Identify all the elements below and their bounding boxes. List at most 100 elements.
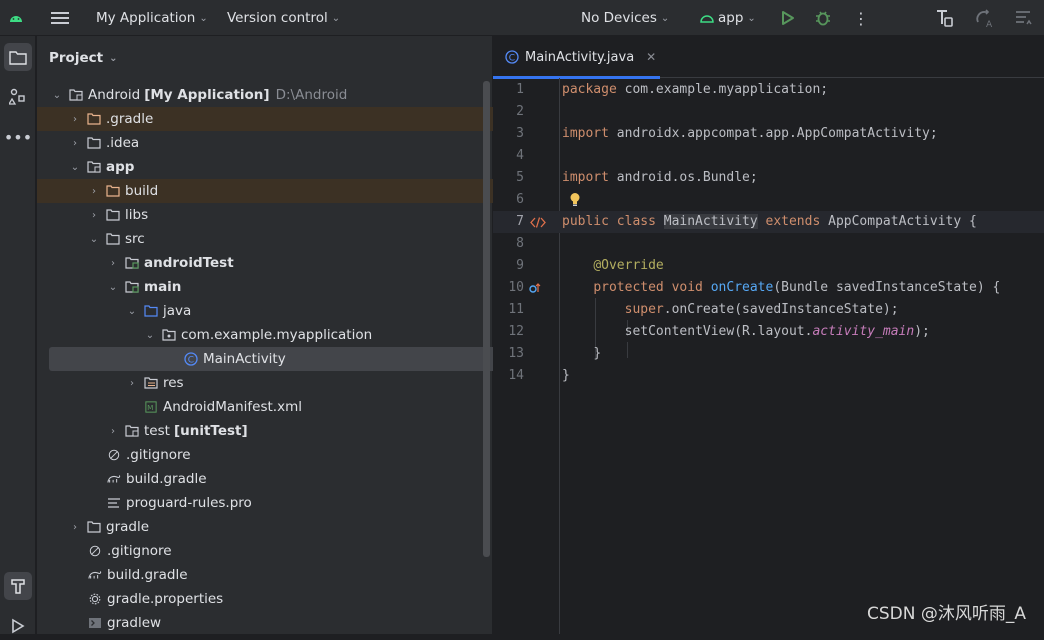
code-line[interactable]: 13 } xyxy=(493,343,1044,365)
tree-label: gradle.properties xyxy=(107,591,224,607)
code-line[interactable]: 3 import androidx.appcompat.app.AppCompa… xyxy=(493,123,1044,145)
code-tag-icon[interactable] xyxy=(530,217,546,228)
chevron-down-icon: ⌄ xyxy=(89,233,99,245)
tree-row-idea[interactable]: › .idea xyxy=(37,131,515,155)
code-line[interactable]: 11 super.onCreate(savedInstanceState); xyxy=(493,299,1044,321)
run-tool-button[interactable] xyxy=(4,612,32,640)
more-tools-icon[interactable]: ••• xyxy=(4,123,32,151)
tree-label: AndroidManifest.xml xyxy=(163,399,302,415)
tree-row-app-build-gradle[interactable]: build.gradle xyxy=(37,467,553,491)
tree-row-root[interactable]: ⌄ Android [My Application] D:\Android xyxy=(37,83,497,107)
project-menu[interactable]: My Application ⌄ xyxy=(96,0,208,36)
project-menu-label: My Application xyxy=(96,10,196,26)
code-line[interactable]: 12 setContentView(R.layout.activity_main… xyxy=(493,321,1044,343)
tree-row-app[interactable]: ⌄ app xyxy=(37,155,515,179)
tree-row-gradle-dir[interactable]: › .gradle xyxy=(37,107,515,131)
main-menu-icon[interactable] xyxy=(51,0,69,36)
tree-label: build.gradle xyxy=(107,567,188,583)
line-number: 9 xyxy=(516,258,524,273)
code-line[interactable]: 9 @Override xyxy=(493,255,1044,277)
code-text: .onCreate(savedInstanceState); xyxy=(663,302,899,317)
tree-label: proguard-rules.pro xyxy=(126,495,252,511)
code-line[interactable]: 1 package com.example.myapplication; xyxy=(493,79,1044,101)
vcs-menu-label: Version control xyxy=(227,10,328,26)
run-config-selector[interactable]: app ⌄ xyxy=(700,0,756,36)
project-scrollbar[interactable] xyxy=(483,81,490,557)
chevron-right-icon: › xyxy=(73,113,77,125)
tree-row-res[interactable]: › res xyxy=(37,371,572,395)
tree-row-gradle-properties[interactable]: gradle.properties xyxy=(37,587,534,611)
code-text: ); xyxy=(914,324,930,339)
svg-text:M: M xyxy=(147,403,153,412)
code-text: android.os.Bundle; xyxy=(608,170,758,185)
project-tool-button[interactable] xyxy=(4,43,32,71)
tree-row-test[interactable]: › test [unitTest] xyxy=(37,419,553,443)
tree-row-app-gitignore[interactable]: .gitignore xyxy=(37,443,553,467)
line-number: 6 xyxy=(516,192,524,207)
line-number: 14 xyxy=(508,368,524,383)
tree-row-proguard[interactable]: proguard-rules.pro xyxy=(37,491,553,515)
tree-row-java[interactable]: ⌄ java xyxy=(37,299,572,323)
tree-row-gradle[interactable]: › gradle xyxy=(37,515,515,539)
tree-row-androidtest[interactable]: › androidTest xyxy=(37,251,553,275)
tree-row-build-dir[interactable]: › build xyxy=(37,179,534,203)
resource-reference: activity_main xyxy=(812,324,915,339)
source-folder-icon xyxy=(144,305,158,317)
code-line[interactable]: 5 import android.os.Bundle; xyxy=(493,167,1044,189)
debug-button[interactable] xyxy=(814,0,832,36)
lightbulb-icon[interactable] xyxy=(569,192,581,207)
chevron-right-icon: › xyxy=(111,425,115,437)
tab-mainactivity-java[interactable]: C MainActivity.java ✕ xyxy=(493,36,660,79)
tree-label-suffix: [unitTest] xyxy=(173,423,248,439)
method-name: onCreate xyxy=(710,280,774,295)
chevron-right-icon: › xyxy=(73,137,77,149)
shell-script-icon xyxy=(89,618,101,628)
chevron-down-icon: ⌄ xyxy=(660,12,670,24)
tree-row-main[interactable]: ⌄ main xyxy=(37,275,553,299)
tree-label: build xyxy=(125,183,159,199)
tree-label: androidTest xyxy=(144,255,234,271)
code-line[interactable]: 6 xyxy=(493,189,1044,211)
chevron-right-icon: › xyxy=(92,209,96,221)
folder-icon xyxy=(87,137,101,149)
tree-row-libs[interactable]: › libs xyxy=(37,203,534,227)
code-line[interactable]: 14 } xyxy=(493,365,1044,387)
tree-label: .gradle xyxy=(106,111,154,127)
hammer-icon xyxy=(11,579,25,594)
code-line[interactable]: 2 xyxy=(493,101,1044,123)
tree-row-gradlew[interactable]: gradlew xyxy=(37,611,534,635)
tree-label: main xyxy=(144,279,182,295)
more-actions-icon[interactable]: ⋮ xyxy=(853,0,869,36)
line-number: 11 xyxy=(508,302,524,317)
structure-tool-button[interactable] xyxy=(4,83,32,111)
tree-row-root-build-gradle[interactable]: build.gradle xyxy=(37,563,534,587)
resource-folder-icon xyxy=(144,377,158,389)
android-logo-icon[interactable] xyxy=(9,0,23,36)
tree-label: gradlew xyxy=(107,615,162,631)
chevron-right-icon: › xyxy=(111,257,115,269)
override-marker-icon[interactable] xyxy=(529,282,541,294)
sdk-manager-icon[interactable] xyxy=(934,0,954,36)
module-folder-icon xyxy=(87,161,101,173)
vcs-menu[interactable]: Version control ⌄ xyxy=(227,0,340,36)
list-settings-icon[interactable] xyxy=(1014,0,1034,36)
tree-row-root-gitignore[interactable]: .gitignore xyxy=(37,539,534,563)
tree-row-src[interactable]: ⌄ src xyxy=(37,227,534,251)
code-line[interactable]: 4 xyxy=(493,145,1044,167)
code-line[interactable]: 8 xyxy=(493,233,1044,255)
build-tool-button[interactable] xyxy=(4,572,32,600)
device-selector[interactable]: No Devices ⌄ xyxy=(581,0,669,36)
chevron-right-icon: › xyxy=(92,185,96,197)
tree-label-suffix: [My Application] xyxy=(144,87,270,103)
tree-label: build.gradle xyxy=(126,471,207,487)
close-icon[interactable]: ✕ xyxy=(646,50,656,64)
folder-icon xyxy=(106,233,120,245)
code-line-current[interactable]: 7 public class MainActivity extends AppC… xyxy=(493,211,1044,233)
chevron-down-icon: ⌄ xyxy=(331,12,341,24)
tree-label: Android xyxy=(88,87,141,103)
translate-icon[interactable]: A xyxy=(975,0,995,36)
code-line[interactable]: 10 protected void onCreate(Bundle savedI… xyxy=(493,277,1044,299)
source-set-folder-icon xyxy=(125,425,139,437)
run-button[interactable] xyxy=(781,0,795,36)
project-panel-header[interactable]: Project ⌄ xyxy=(49,48,117,68)
